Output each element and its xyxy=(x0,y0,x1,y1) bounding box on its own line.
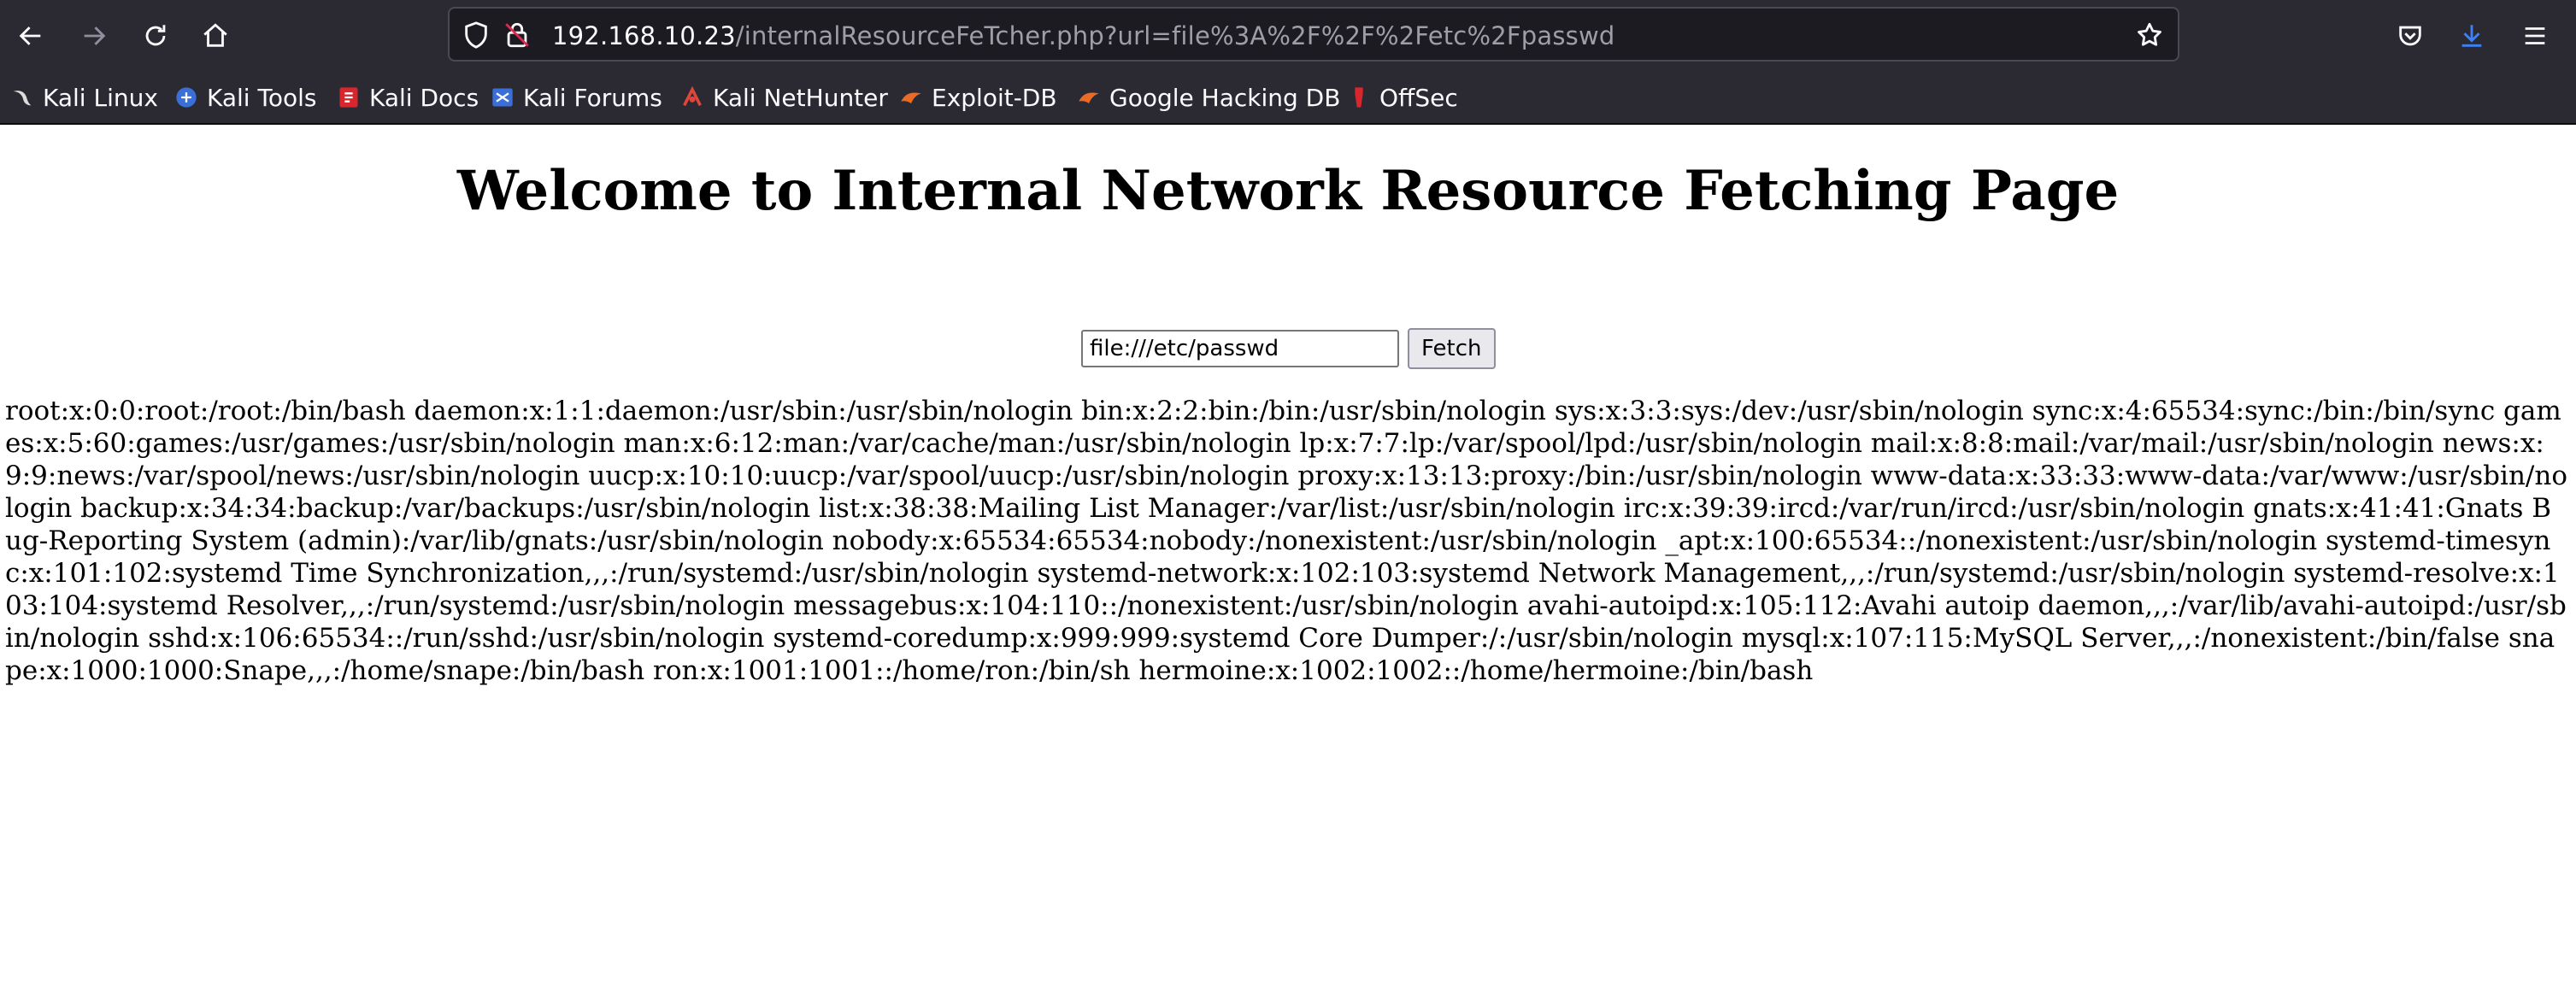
url-input[interactable] xyxy=(1081,330,1399,367)
bookmark-label: Kali Linux xyxy=(43,83,158,112)
tracking-protection-shield-icon[interactable] xyxy=(462,21,491,50)
arrow-left-icon xyxy=(19,26,41,45)
page-title: Welcome to Internal Network Resource Fet… xyxy=(456,159,2120,223)
offsec-icon xyxy=(1355,87,1363,108)
reload-icon xyxy=(145,25,166,46)
bookmark-label: Kali Tools xyxy=(207,83,317,112)
bookmark-label: Kali Forums xyxy=(523,83,662,112)
kali-forums-icon xyxy=(492,88,513,107)
bookmark-offsec[interactable]: OffSec xyxy=(1347,80,1458,114)
bookmark-label: Google Hacking DB xyxy=(1109,83,1341,112)
fetch-form: Fetch xyxy=(1081,328,1496,369)
ghdb-icon xyxy=(1079,92,1099,103)
insecure-lock-icon[interactable] xyxy=(503,21,532,50)
url-path: /internalResourceFeTcher.php?url=file%3A… xyxy=(735,21,1615,50)
pocket-button[interactable] xyxy=(2388,14,2432,58)
bookmark-kali-nethunter[interactable]: Kali NetHunter xyxy=(680,80,888,114)
bookmark-label: OffSec xyxy=(1379,83,1458,112)
forward-button[interactable] xyxy=(72,14,116,58)
exploit-db-icon xyxy=(901,92,921,103)
kali-tools-icon xyxy=(176,87,197,108)
url-host: 192.168.10.23 xyxy=(552,21,736,50)
address-bar[interactable]: 192.168.10.23/internalResourceFeTcher.ph… xyxy=(448,7,2179,62)
bookmark-label: Kali Docs xyxy=(369,83,479,112)
home-button[interactable] xyxy=(193,14,238,58)
bookmark-label: Kali NetHunter xyxy=(713,83,888,112)
browser-toolbar: 192.168.10.23/internalResourceFeTcher.ph… xyxy=(0,0,2576,72)
download-icon xyxy=(2461,25,2482,47)
bookmark-label: Exploit-DB xyxy=(932,83,1057,112)
back-button[interactable] xyxy=(9,14,53,58)
reload-button[interactable] xyxy=(133,14,178,58)
bookmark-kali-docs[interactable]: Kali Docs xyxy=(337,80,479,114)
arrow-right-icon xyxy=(84,26,106,45)
hamburger-menu-icon xyxy=(2525,27,2545,44)
fetched-output: root:x:0:0:root:/root:/bin/bash daemon:x… xyxy=(5,396,2567,686)
fetch-button[interactable]: Fetch xyxy=(1408,328,1496,369)
menu-button[interactable] xyxy=(2513,14,2557,58)
downloads-button[interactable] xyxy=(2450,14,2494,58)
bookmarks-toolbar: Kali Linux Kali Tools Kali Docs Kali For… xyxy=(0,72,2576,125)
bookmark-google-hacking-db[interactable]: Google Hacking DB xyxy=(1077,80,1340,114)
bookmark-star-icon[interactable] xyxy=(2135,21,2164,50)
home-icon xyxy=(203,23,227,47)
bookmark-kali-forums[interactable]: Kali Forums xyxy=(491,80,662,114)
kali-dragon-icon xyxy=(13,91,32,106)
bookmark-kali-linux[interactable]: Kali Linux xyxy=(10,80,158,114)
pocket-icon xyxy=(2399,26,2421,46)
bookmark-exploit-db[interactable]: Exploit-DB xyxy=(899,80,1057,114)
url-text[interactable]: 192.168.10.23/internalResourceFeTcher.ph… xyxy=(552,19,1614,53)
kali-docs-icon xyxy=(339,87,358,108)
bookmark-kali-tools[interactable]: Kali Tools xyxy=(174,80,316,114)
kali-nethunter-icon xyxy=(683,85,702,107)
